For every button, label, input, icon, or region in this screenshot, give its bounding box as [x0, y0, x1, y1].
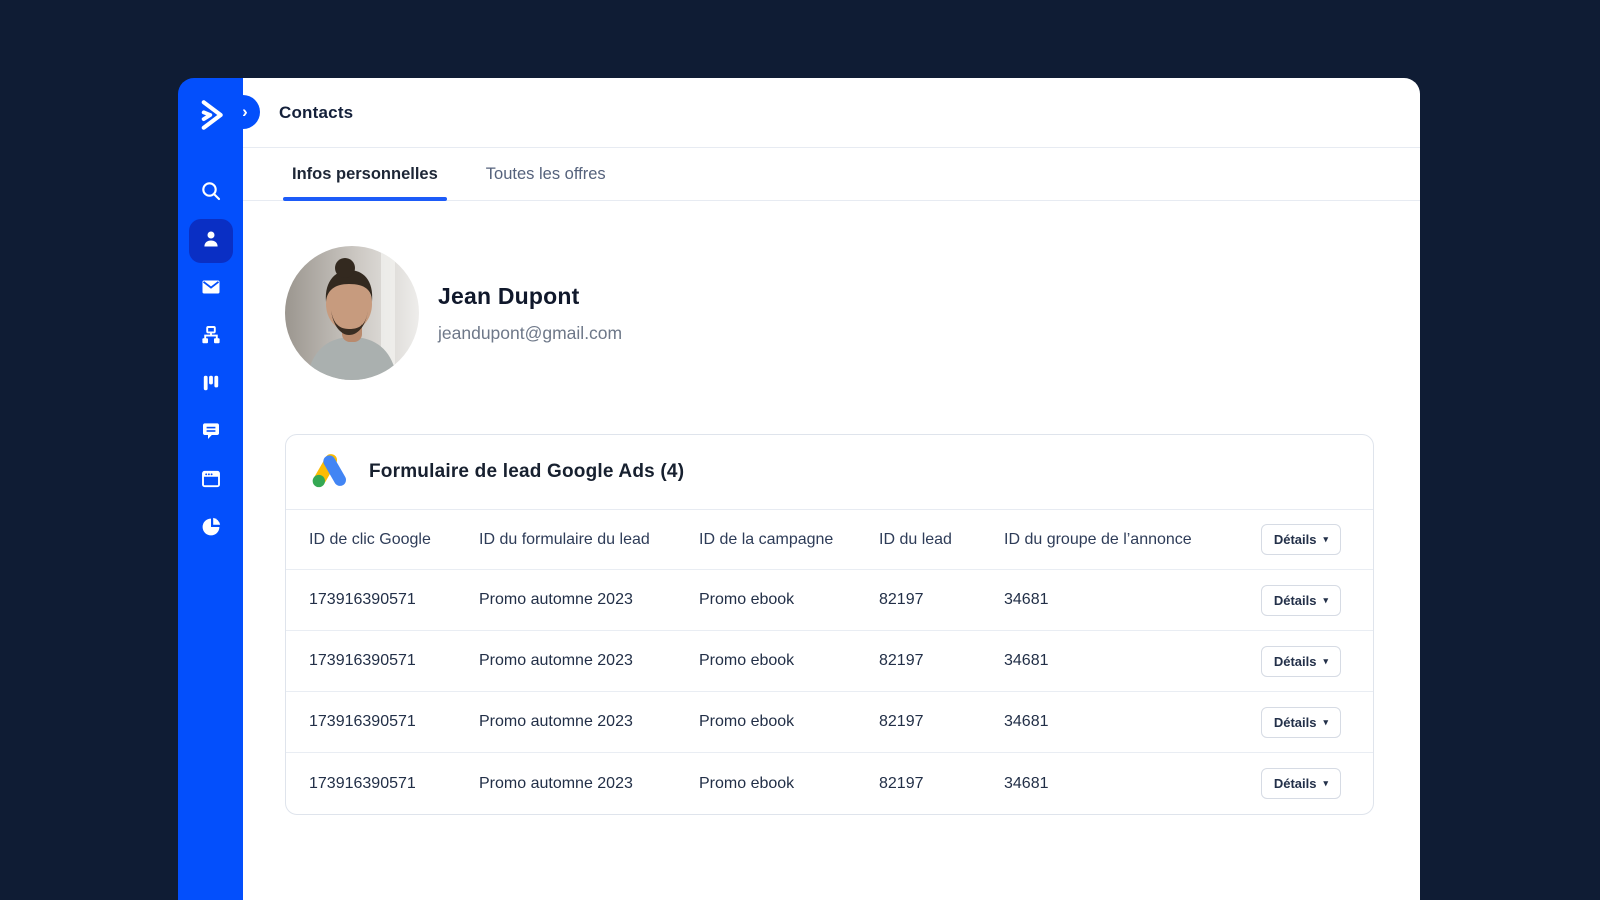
google-ads-icon [310, 450, 350, 495]
sidebar-item-pipelines[interactable] [189, 363, 233, 407]
browser-window-icon [199, 467, 223, 496]
table-row: 173916390571 Promo automne 2023 Promo eb… [286, 570, 1373, 631]
details-dropdown-button[interactable]: Détails ▾ [1260, 524, 1341, 555]
contact-email: jeandupont@gmail.com [438, 322, 623, 343]
sidebar-item-forms[interactable] [189, 459, 233, 503]
chevron-down-icon: ▾ [1323, 655, 1328, 666]
sitemap-icon [199, 323, 223, 352]
sidebar-item-search[interactable] [189, 171, 233, 215]
envelope-icon [199, 275, 223, 304]
chevron-down-icon: ▾ [1323, 778, 1328, 788]
page-header: Contacts [243, 78, 1420, 148]
sidebar-nav [188, 171, 233, 551]
chevron-down-icon: ▾ [1323, 534, 1328, 544]
details-dropdown-button[interactable]: Détails ▾ [1260, 645, 1341, 677]
column-header: ID de la campagne [699, 530, 834, 548]
contact-name: Jean Dupont [438, 282, 580, 309]
contact-profile: Jean Dupont jeandupont@gmail.com [285, 246, 1420, 380]
details-dropdown-button[interactable]: Détails ▾ [1260, 584, 1341, 616]
app-window: » Contacts Infos personnelles Toutes les… [178, 78, 1420, 900]
table-row: 173916390571 Promo automne 2023 Promo eb… [286, 631, 1373, 692]
table-row: 173916390571 Promo automne 2023 Promo eb… [286, 753, 1373, 814]
column-header: ID de clic Google [309, 530, 431, 548]
tab-toutes-les-offres[interactable]: Toutes les offres [477, 148, 615, 200]
details-dropdown-button[interactable]: Détails ▾ [1260, 768, 1341, 799]
activecampaign-logo-icon [191, 95, 231, 135]
page-title: Contacts [279, 102, 354, 122]
contact-identity: Jean Dupont jeandupont@gmail.com [438, 283, 622, 344]
contact-avatar [285, 246, 419, 380]
leadform-title: Formulaire de lead Google Ads (4) [369, 461, 685, 482]
contact-person-icon [199, 227, 223, 256]
chevron-down-icon: ▾ [1323, 594, 1328, 605]
table-row: 173916390571 Promo automne 2023 Promo eb… [286, 692, 1373, 753]
sidebar-item-email-campaigns[interactable] [189, 267, 233, 311]
search-icon [199, 179, 223, 208]
contact-tabs: Infos personnelles Toutes les offres [243, 148, 1420, 201]
table-header-row: ID de clic Google ID du formulaire du le… [286, 510, 1373, 570]
chevron-down-icon: ▾ [1323, 716, 1328, 727]
main-panel: » Contacts Infos personnelles Toutes les… [226, 78, 1420, 900]
tab-infos-personnelles[interactable]: Infos personnelles [283, 148, 447, 201]
sidebar [178, 78, 243, 900]
sidebar-item-conversations[interactable] [189, 411, 233, 455]
sidebar-item-contacts[interactable] [188, 219, 233, 263]
sidebar-item-reports[interactable] [189, 507, 233, 551]
column-header: ID du groupe de l’annonce [1004, 530, 1192, 548]
leadform-card-header: Formulaire de lead Google Ads (4) [286, 435, 1373, 510]
google-ads-leadform-card: Formulaire de lead Google Ads (4) ID de … [285, 434, 1374, 815]
column-header: ID du lead [879, 530, 952, 548]
kanban-icon [199, 371, 223, 400]
column-header: ID du formulaire du lead [479, 530, 650, 548]
chat-bubble-icon [199, 419, 223, 448]
sidebar-item-automations[interactable] [189, 315, 233, 359]
pie-chart-icon [199, 515, 223, 544]
details-dropdown-button[interactable]: Détails ▾ [1260, 706, 1341, 738]
